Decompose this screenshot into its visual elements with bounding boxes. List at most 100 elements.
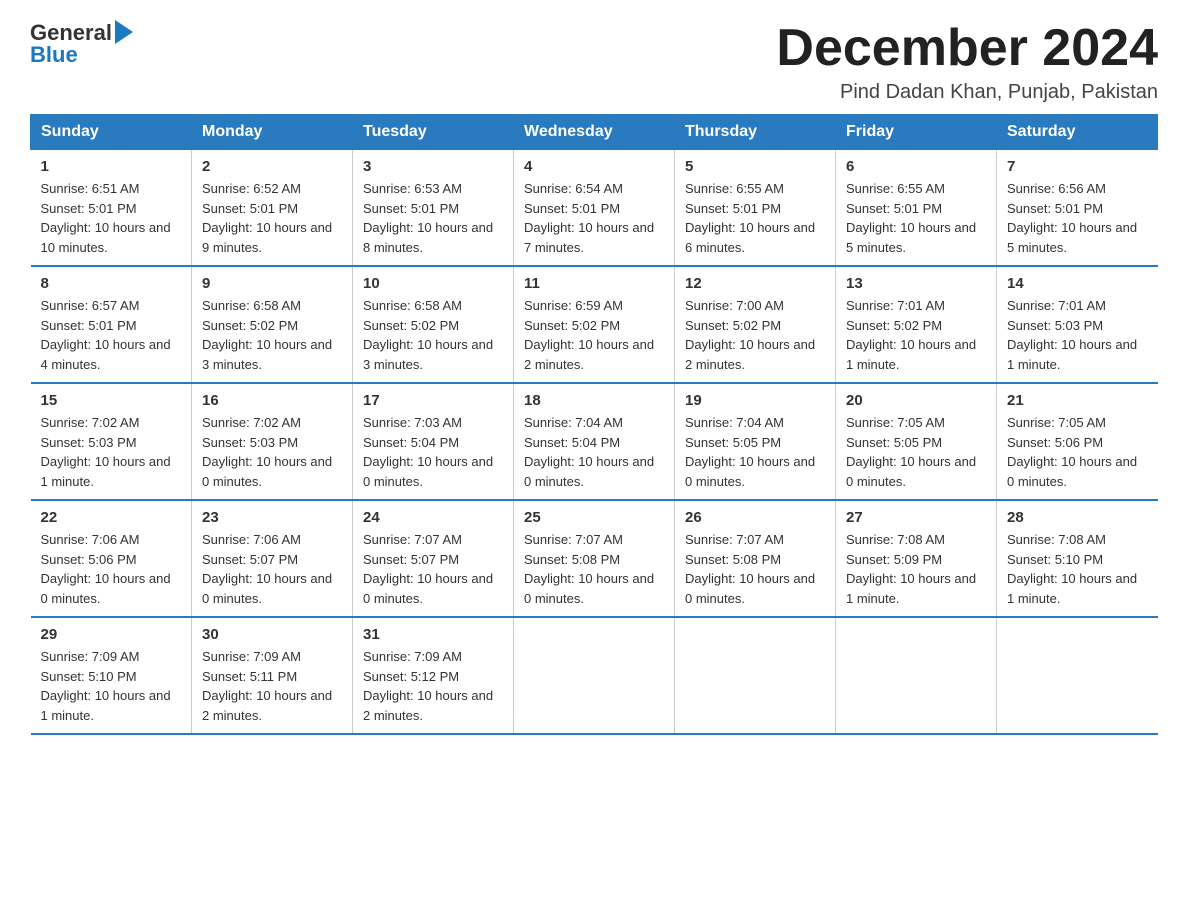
day-info: Sunrise: 6:53 AM Sunset: 5:01 PM Dayligh…	[363, 179, 503, 257]
table-row: 19 Sunrise: 7:04 AM Sunset: 5:05 PM Dayl…	[675, 383, 836, 500]
day-number: 6	[846, 158, 986, 175]
col-sunday: Sunday	[31, 115, 192, 150]
page-header: General Blue December 2024 Pind Dadan Kh…	[30, 20, 1158, 104]
day-number: 19	[685, 392, 825, 409]
table-row: 5 Sunrise: 6:55 AM Sunset: 5:01 PM Dayli…	[675, 150, 836, 267]
day-number: 27	[846, 509, 986, 526]
sunset-text: Sunset: 5:07 PM	[363, 552, 459, 567]
sunrise-text: Sunrise: 7:00 AM	[685, 298, 784, 313]
table-row: 13 Sunrise: 7:01 AM Sunset: 5:02 PM Dayl…	[836, 266, 997, 383]
table-row: 9 Sunrise: 6:58 AM Sunset: 5:02 PM Dayli…	[192, 266, 353, 383]
calendar-week-row: 22 Sunrise: 7:06 AM Sunset: 5:06 PM Dayl…	[31, 500, 1158, 617]
sunset-text: Sunset: 5:01 PM	[41, 201, 137, 216]
table-row: 20 Sunrise: 7:05 AM Sunset: 5:05 PM Dayl…	[836, 383, 997, 500]
day-info: Sunrise: 7:06 AM Sunset: 5:06 PM Dayligh…	[41, 530, 182, 608]
table-row: 29 Sunrise: 7:09 AM Sunset: 5:10 PM Dayl…	[31, 617, 192, 734]
sunrise-text: Sunrise: 6:52 AM	[202, 181, 301, 196]
day-info: Sunrise: 7:02 AM Sunset: 5:03 PM Dayligh…	[41, 413, 182, 491]
day-number: 11	[524, 275, 664, 292]
sunrise-text: Sunrise: 7:07 AM	[363, 532, 462, 547]
sunrise-text: Sunrise: 7:07 AM	[524, 532, 623, 547]
daylight-text: Daylight: 10 hours and 3 minutes.	[363, 337, 493, 372]
sunrise-text: Sunrise: 7:09 AM	[41, 649, 140, 664]
daylight-text: Daylight: 10 hours and 0 minutes.	[363, 571, 493, 606]
day-info: Sunrise: 7:03 AM Sunset: 5:04 PM Dayligh…	[363, 413, 503, 491]
table-row: 22 Sunrise: 7:06 AM Sunset: 5:06 PM Dayl…	[31, 500, 192, 617]
calendar-table: Sunday Monday Tuesday Wednesday Thursday…	[30, 114, 1158, 735]
sunrise-text: Sunrise: 6:58 AM	[363, 298, 462, 313]
sunset-text: Sunset: 5:01 PM	[524, 201, 620, 216]
table-row: 26 Sunrise: 7:07 AM Sunset: 5:08 PM Dayl…	[675, 500, 836, 617]
sunset-text: Sunset: 5:01 PM	[846, 201, 942, 216]
sunrise-text: Sunrise: 7:07 AM	[685, 532, 784, 547]
daylight-text: Daylight: 10 hours and 0 minutes.	[524, 571, 654, 606]
daylight-text: Daylight: 10 hours and 0 minutes.	[524, 454, 654, 489]
sunset-text: Sunset: 5:02 PM	[685, 318, 781, 333]
sunset-text: Sunset: 5:10 PM	[41, 669, 137, 684]
day-number: 16	[202, 392, 342, 409]
day-info: Sunrise: 7:07 AM Sunset: 5:07 PM Dayligh…	[363, 530, 503, 608]
table-row: 2 Sunrise: 6:52 AM Sunset: 5:01 PM Dayli…	[192, 150, 353, 267]
day-info: Sunrise: 6:58 AM Sunset: 5:02 PM Dayligh…	[363, 296, 503, 374]
daylight-text: Daylight: 10 hours and 4 minutes.	[41, 337, 171, 372]
daylight-text: Daylight: 10 hours and 2 minutes.	[202, 688, 332, 723]
sunrise-text: Sunrise: 7:01 AM	[846, 298, 945, 313]
table-row	[836, 617, 997, 734]
daylight-text: Daylight: 10 hours and 0 minutes.	[41, 571, 171, 606]
sunrise-text: Sunrise: 6:55 AM	[846, 181, 945, 196]
daylight-text: Daylight: 10 hours and 1 minute.	[41, 454, 171, 489]
day-number: 23	[202, 509, 342, 526]
table-row: 27 Sunrise: 7:08 AM Sunset: 5:09 PM Dayl…	[836, 500, 997, 617]
sunset-text: Sunset: 5:01 PM	[1007, 201, 1103, 216]
day-number: 28	[1007, 509, 1148, 526]
table-row	[514, 617, 675, 734]
day-number: 9	[202, 275, 342, 292]
day-number: 10	[363, 275, 503, 292]
sunrise-text: Sunrise: 6:58 AM	[202, 298, 301, 313]
sunrise-text: Sunrise: 6:56 AM	[1007, 181, 1106, 196]
day-number: 13	[846, 275, 986, 292]
day-number: 24	[363, 509, 503, 526]
sunrise-text: Sunrise: 7:08 AM	[846, 532, 945, 547]
daylight-text: Daylight: 10 hours and 10 minutes.	[41, 220, 171, 255]
daylight-text: Daylight: 10 hours and 0 minutes.	[685, 571, 815, 606]
sunrise-text: Sunrise: 7:02 AM	[202, 415, 301, 430]
sunset-text: Sunset: 5:09 PM	[846, 552, 942, 567]
sunrise-text: Sunrise: 6:59 AM	[524, 298, 623, 313]
sunrise-text: Sunrise: 7:04 AM	[524, 415, 623, 430]
logo: General Blue	[30, 20, 133, 68]
calendar-week-row: 15 Sunrise: 7:02 AM Sunset: 5:03 PM Dayl…	[31, 383, 1158, 500]
table-row: 23 Sunrise: 7:06 AM Sunset: 5:07 PM Dayl…	[192, 500, 353, 617]
day-info: Sunrise: 6:57 AM Sunset: 5:01 PM Dayligh…	[41, 296, 182, 374]
daylight-text: Daylight: 10 hours and 2 minutes.	[524, 337, 654, 372]
sunrise-text: Sunrise: 6:55 AM	[685, 181, 784, 196]
sunrise-text: Sunrise: 7:01 AM	[1007, 298, 1106, 313]
day-number: 20	[846, 392, 986, 409]
day-info: Sunrise: 7:09 AM Sunset: 5:12 PM Dayligh…	[363, 647, 503, 725]
calendar-week-row: 1 Sunrise: 6:51 AM Sunset: 5:01 PM Dayli…	[31, 150, 1158, 267]
sunset-text: Sunset: 5:01 PM	[202, 201, 298, 216]
table-row: 31 Sunrise: 7:09 AM Sunset: 5:12 PM Dayl…	[353, 617, 514, 734]
daylight-text: Daylight: 10 hours and 1 minute.	[1007, 337, 1137, 372]
table-row: 11 Sunrise: 6:59 AM Sunset: 5:02 PM Dayl…	[514, 266, 675, 383]
daylight-text: Daylight: 10 hours and 2 minutes.	[685, 337, 815, 372]
table-row: 1 Sunrise: 6:51 AM Sunset: 5:01 PM Dayli…	[31, 150, 192, 267]
daylight-text: Daylight: 10 hours and 2 minutes.	[363, 688, 493, 723]
day-info: Sunrise: 7:05 AM Sunset: 5:06 PM Dayligh…	[1007, 413, 1148, 491]
day-info: Sunrise: 6:55 AM Sunset: 5:01 PM Dayligh…	[685, 179, 825, 257]
day-number: 31	[363, 626, 503, 643]
daylight-text: Daylight: 10 hours and 9 minutes.	[202, 220, 332, 255]
day-info: Sunrise: 6:51 AM Sunset: 5:01 PM Dayligh…	[41, 179, 182, 257]
calendar-header-row: Sunday Monday Tuesday Wednesday Thursday…	[31, 115, 1158, 150]
day-info: Sunrise: 7:09 AM Sunset: 5:10 PM Dayligh…	[41, 647, 182, 725]
day-info: Sunrise: 6:54 AM Sunset: 5:01 PM Dayligh…	[524, 179, 664, 257]
sunrise-text: Sunrise: 7:08 AM	[1007, 532, 1106, 547]
day-info: Sunrise: 7:00 AM Sunset: 5:02 PM Dayligh…	[685, 296, 825, 374]
day-info: Sunrise: 7:04 AM Sunset: 5:04 PM Dayligh…	[524, 413, 664, 491]
sunrise-text: Sunrise: 7:04 AM	[685, 415, 784, 430]
table-row	[675, 617, 836, 734]
day-info: Sunrise: 7:07 AM Sunset: 5:08 PM Dayligh…	[685, 530, 825, 608]
table-row: 21 Sunrise: 7:05 AM Sunset: 5:06 PM Dayl…	[997, 383, 1158, 500]
sunrise-text: Sunrise: 7:06 AM	[41, 532, 140, 547]
table-row: 25 Sunrise: 7:07 AM Sunset: 5:08 PM Dayl…	[514, 500, 675, 617]
